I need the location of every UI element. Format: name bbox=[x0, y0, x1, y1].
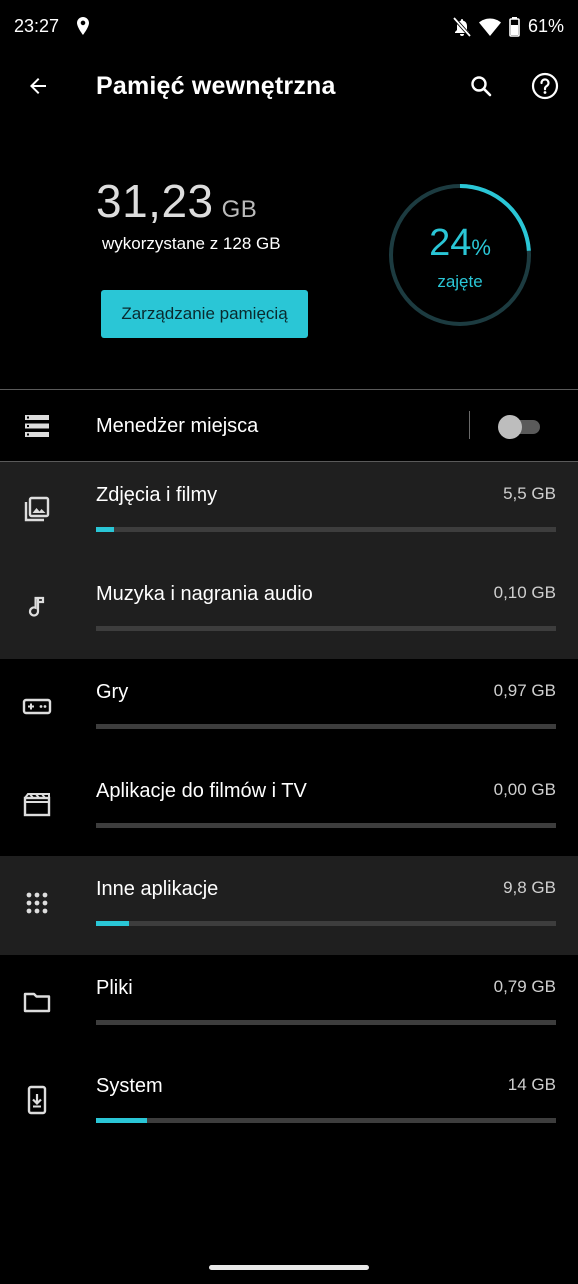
folder-icon bbox=[22, 987, 52, 1017]
category-usage-bar bbox=[96, 1118, 556, 1123]
gamepad-icon bbox=[22, 691, 52, 721]
help-icon bbox=[531, 72, 559, 100]
help-button[interactable] bbox=[525, 66, 565, 106]
used-of-total: wykorzystane z 128 GB bbox=[102, 234, 281, 253]
space-manager-row[interactable]: Menedżer miejsca bbox=[0, 391, 578, 461]
category-usage-fill bbox=[96, 527, 115, 532]
category-size: 0,00 GB bbox=[493, 779, 556, 799]
usage-percent-value: 24 bbox=[429, 222, 472, 264]
category-usage-bar bbox=[96, 822, 556, 828]
battery-icon bbox=[509, 16, 520, 37]
music-note-icon bbox=[22, 593, 52, 623]
used-value: 31,23 bbox=[96, 175, 214, 227]
category-label: Pliki bbox=[96, 976, 133, 999]
space-manager-label: Menedżer miejsca bbox=[96, 415, 259, 437]
back-button[interactable] bbox=[18, 66, 58, 106]
category-row[interactable]: System 14 GB bbox=[0, 1053, 578, 1152]
notifications-off-icon bbox=[452, 16, 471, 37]
category-usage-bar bbox=[96, 527, 556, 532]
category-usage-fill bbox=[96, 1118, 147, 1123]
toggle-thumb bbox=[498, 415, 522, 439]
space-manager-toggle[interactable] bbox=[498, 415, 542, 439]
home-indicator[interactable] bbox=[209, 1265, 369, 1270]
used-unit: GB bbox=[221, 196, 258, 223]
photo-library-icon bbox=[22, 494, 52, 524]
category-label: Inne aplikacje bbox=[96, 878, 219, 900]
category-usage-bar bbox=[96, 1019, 556, 1025]
category-label: Aplikacje do filmów i TV bbox=[96, 779, 307, 802]
category-usage-fill bbox=[96, 921, 130, 926]
status-bar: 23:27 61% bbox=[0, 0, 578, 54]
arrow-back-icon bbox=[30, 78, 46, 94]
category-row[interactable]: Aplikacje do filmów i TV 0,00 GB bbox=[0, 758, 578, 857]
apps-grid-icon bbox=[22, 888, 52, 918]
status-time: 23:27 bbox=[14, 16, 60, 36]
search-icon bbox=[471, 76, 492, 97]
category-row[interactable]: Muzyka i nagrania audio 0,10 GB bbox=[0, 560, 578, 659]
usage-percent-sign: % bbox=[471, 235, 491, 260]
category-row[interactable]: Inne aplikacje 9,8 GB bbox=[0, 856, 578, 955]
divider bbox=[0, 389, 578, 390]
category-size: 5,5 GB bbox=[503, 484, 556, 503]
storage-category-list: Zdjęcia i filmy 5,5 GB Muzyka i nagrania… bbox=[0, 462, 578, 1152]
used-amount: 31,23 GB bbox=[96, 174, 257, 228]
system-update-icon bbox=[22, 1085, 52, 1115]
usage-gauge: 24% zajęte bbox=[387, 182, 533, 328]
category-label: Zdjęcia i filmy bbox=[96, 484, 218, 506]
category-row[interactable]: Zdjęcia i filmy 5,5 GB bbox=[0, 462, 578, 561]
category-label: Gry bbox=[96, 681, 129, 703]
category-size: 0,79 GB bbox=[493, 976, 556, 996]
category-label: Muzyka i nagrania audio bbox=[96, 582, 313, 605]
category-usage-bar bbox=[96, 724, 556, 729]
category-label: System bbox=[96, 1075, 163, 1097]
vertical-divider bbox=[469, 411, 470, 439]
storage-list-icon bbox=[25, 415, 49, 437]
status-icons: 61% bbox=[452, 16, 564, 37]
category-size: 14 GB bbox=[507, 1075, 556, 1094]
page-title: Pamięć wewnętrzna bbox=[96, 72, 336, 100]
category-usage-bar bbox=[96, 625, 556, 631]
app-bar: Pamięć wewnętrzna bbox=[0, 54, 578, 118]
category-size: 0,97 GB bbox=[493, 681, 556, 700]
battery-percent: 61% bbox=[527, 16, 564, 36]
storage-summary: 31,23 GB wykorzystane z 128 GB Zarządzani… bbox=[0, 150, 578, 380]
manage-storage-button[interactable]: Zarządzanie pamięcią bbox=[101, 290, 308, 338]
category-row[interactable]: Pliki 0,79 GB bbox=[0, 955, 578, 1054]
usage-percent: 24% bbox=[387, 222, 533, 265]
category-usage-bar bbox=[96, 921, 556, 926]
category-size: 9,8 GB bbox=[503, 878, 556, 897]
category-size: 0,10 GB bbox=[493, 582, 556, 602]
search-button[interactable] bbox=[461, 66, 501, 106]
location-icon bbox=[77, 17, 89, 35]
wifi-icon bbox=[478, 18, 501, 36]
category-row[interactable]: Gry 0,97 GB bbox=[0, 659, 578, 758]
movie-icon bbox=[22, 790, 52, 820]
usage-label: zajęte bbox=[437, 272, 483, 291]
